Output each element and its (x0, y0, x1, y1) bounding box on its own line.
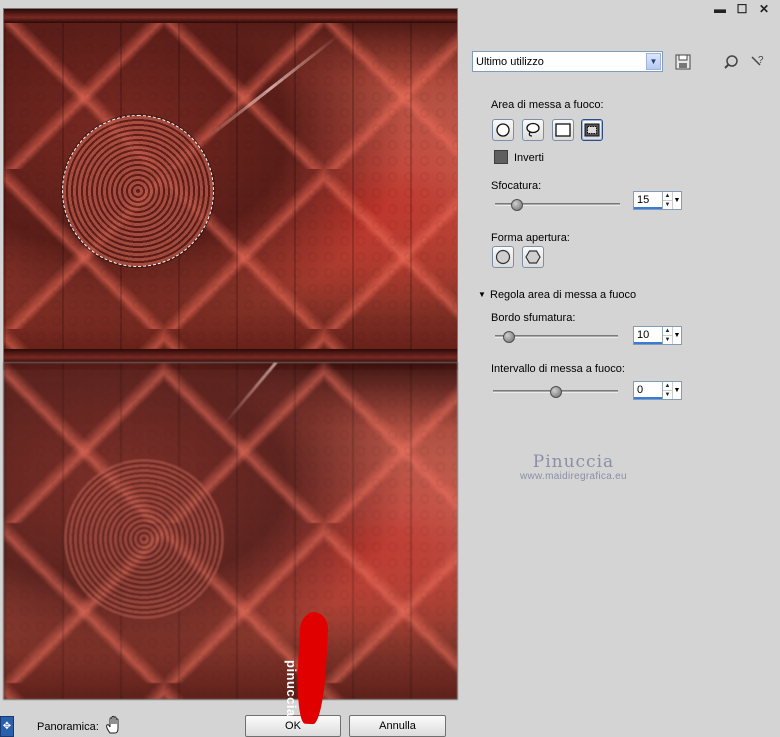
preview-after (3, 362, 458, 700)
rectangle-area-button[interactable] (552, 119, 574, 141)
preview-band (4, 9, 457, 23)
full-area-button[interactable] (581, 119, 603, 141)
chevron-down-icon[interactable]: ▼ (646, 53, 661, 70)
blur-value[interactable]: 15 (634, 192, 662, 209)
preview-band (4, 349, 457, 363)
window-controls: ▬ ☐ ✕ (712, 2, 772, 16)
signature-stamp-text: pinuccia (284, 660, 299, 717)
focus-range-stepper[interactable]: 0 ▲ ▼ ▼ (633, 381, 682, 400)
focus-range-value[interactable]: 0 (634, 382, 662, 399)
close-icon[interactable]: ✕ (756, 2, 772, 16)
circle-icon (496, 123, 510, 137)
invert-checkbox[interactable] (494, 150, 508, 164)
focus-area-label: Area di messa a fuoco: (491, 99, 604, 111)
watermark-name: Pinuccia (532, 452, 615, 472)
focus-range-label: Intervallo di messa a fuoco: (491, 363, 625, 375)
chevron-down-icon[interactable]: ▼ (672, 192, 681, 209)
cancel-button[interactable]: Annulla (349, 715, 446, 737)
light-streak (203, 34, 339, 142)
feather-stepper[interactable]: 10 ▲ ▼ ▼ (633, 326, 682, 345)
feather-slider-thumb[interactable] (503, 331, 515, 343)
preset-value: Ultimo utilizzo (476, 55, 544, 68)
ripple-rings (62, 115, 214, 267)
blur-slider-thumb[interactable] (511, 199, 523, 211)
pan-label: Panoramica: (37, 721, 99, 733)
spin-down-icon[interactable]: ▼ (663, 200, 672, 209)
blur-label: Sfocatura: (491, 180, 542, 192)
reset-icon[interactable] (722, 53, 740, 71)
lasso-icon (526, 122, 540, 137)
preview-before[interactable] (3, 8, 458, 370)
light-streak (222, 363, 335, 426)
spin-up-icon[interactable]: ▲ (663, 192, 672, 200)
hexagon-aperture-button[interactable] (522, 246, 544, 268)
frame-icon (584, 123, 600, 137)
freehand-area-button[interactable] (522, 119, 544, 141)
hand-icon[interactable] (104, 715, 124, 735)
signature-stamp (295, 611, 329, 725)
round-aperture-button[interactable] (492, 246, 514, 268)
focus-selection-circle[interactable] (62, 115, 214, 267)
chevron-down-icon[interactable]: ▼ (672, 327, 681, 344)
svg-text:?: ? (758, 55, 764, 66)
adjust-section-label[interactable]: Regola area di messa a fuoco (490, 289, 636, 301)
navigate-icon[interactable]: ✥ (0, 716, 14, 737)
focus-range-slider-thumb[interactable] (550, 386, 562, 398)
feather-value[interactable]: 10 (634, 327, 662, 344)
watermark-url: www.maidiregrafica.eu (520, 471, 627, 482)
hexagon-icon (525, 250, 541, 264)
spin-down-icon[interactable]: ▼ (663, 335, 672, 344)
circle-icon (495, 249, 511, 265)
watermark: Pinuccia www.maidiregrafica.eu (520, 452, 627, 482)
minimize-icon[interactable]: ▬ (712, 2, 728, 16)
collapse-triangle-icon[interactable]: ▼ (478, 290, 486, 299)
preset-select[interactable]: Ultimo utilizzo ▼ (472, 51, 663, 72)
spin-up-icon[interactable]: ▲ (663, 327, 672, 335)
maximize-icon[interactable]: ☐ (734, 2, 750, 16)
spin-up-icon[interactable]: ▲ (663, 382, 672, 390)
aperture-label: Forma apertura: (491, 232, 570, 244)
chevron-down-icon[interactable]: ▼ (672, 382, 681, 399)
invert-label: Inverti (514, 152, 544, 164)
spin-down-icon[interactable]: ▼ (663, 390, 672, 399)
ripple-rings (64, 459, 224, 619)
ellipse-area-button[interactable] (492, 119, 514, 141)
rectangle-icon (555, 123, 571, 137)
save-preset-icon[interactable] (674, 53, 692, 71)
help-icon[interactable]: ? (748, 53, 766, 71)
blur-stepper[interactable]: 15 ▲ ▼ ▼ (633, 191, 682, 210)
feather-label: Bordo sfumatura: (491, 312, 576, 324)
